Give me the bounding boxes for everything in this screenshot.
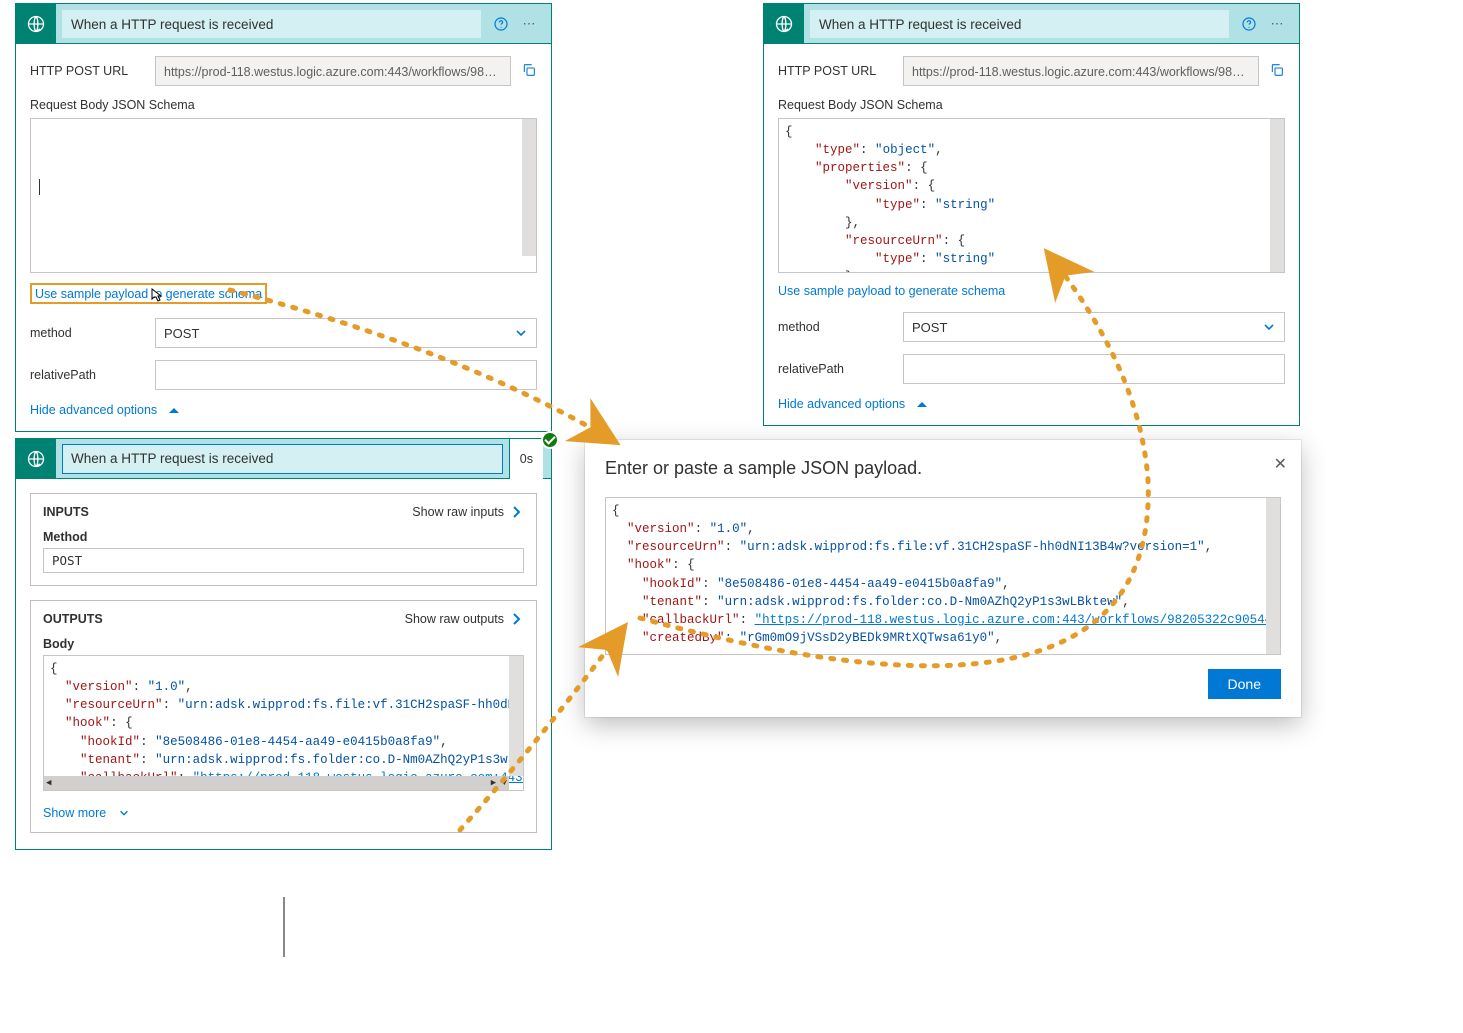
http-trigger-card-filled: When a HTTP request is received ⋯ HTTP P…	[763, 3, 1300, 426]
help-icon[interactable]	[487, 10, 515, 38]
flow-connector	[283, 897, 285, 957]
card-body: HTTP POST URL https://prod-118.westus.lo…	[16, 44, 551, 431]
schema-textarea[interactable]: { "type": "object", "properties": { "ver…	[778, 118, 1285, 273]
http-globe-icon	[16, 439, 56, 479]
payload-textarea[interactable]: { "version": "1.0", "resourceUrn": "urn:…	[605, 497, 1281, 655]
inputs-section: INPUTS Show raw inputs Method POST	[30, 493, 537, 586]
hide-advanced-link[interactable]: Hide advanced options	[778, 397, 927, 411]
method-select-value: POST	[164, 326, 199, 341]
hide-advanced-link[interactable]: Hide advanced options	[30, 403, 179, 417]
outputs-section: OUTPUTS Show raw outputs Body { "version…	[30, 600, 537, 833]
method-label: method	[778, 320, 893, 334]
method-label: method	[30, 326, 145, 340]
http-trigger-run-card: When a HTTP request is received 0s INPUT…	[15, 438, 552, 850]
http-globe-icon	[764, 4, 804, 44]
http-url-box[interactable]: https://prod-118.westus.logic.azure.com:…	[155, 56, 511, 86]
copy-icon[interactable]	[1269, 62, 1285, 81]
dialog-title: Enter or paste a sample JSON payload.	[605, 458, 1281, 479]
card-body: HTTP POST URL https://prod-118.westus.lo…	[764, 44, 1299, 425]
more-icon[interactable]: ⋯	[515, 10, 543, 38]
relpath-input[interactable]	[155, 360, 537, 390]
card-header: When a HTTP request is received ⋯	[16, 4, 551, 44]
url-label: HTTP POST URL	[30, 64, 145, 78]
http-url-box[interactable]: https://prod-118.westus.logic.azure.com:…	[903, 56, 1259, 86]
method-select[interactable]: POST	[155, 318, 537, 348]
schema-label: Request Body JSON Schema	[778, 98, 1285, 112]
card-header[interactable]: When a HTTP request is received 0s	[16, 439, 551, 479]
show-raw-outputs-link[interactable]: Show raw outputs	[405, 611, 524, 627]
more-icon[interactable]: ⋯	[1263, 10, 1291, 38]
copy-icon[interactable]	[521, 62, 537, 81]
relpath-input[interactable]	[903, 354, 1285, 384]
card-title[interactable]: When a HTTP request is received	[62, 10, 481, 38]
body-label: Body	[43, 637, 524, 651]
use-sample-payload-link[interactable]: Use sample payload to generate schema	[35, 287, 262, 301]
card-header: When a HTTP request is received ⋯	[764, 4, 1299, 44]
card-title[interactable]: When a HTTP request is received	[62, 444, 503, 474]
duration-badge: 0s	[509, 439, 543, 479]
url-label: HTTP POST URL	[778, 64, 893, 78]
body-viewer[interactable]: { "version": "1.0", "resourceUrn": "urn:…	[43, 655, 524, 791]
method-select[interactable]: POST	[903, 312, 1285, 342]
use-sample-payload-link[interactable]: Use sample payload to generate schema	[778, 284, 1005, 298]
chevron-up-icon	[169, 408, 179, 413]
method-label: Method	[43, 530, 524, 544]
schema-textarea[interactable]	[30, 118, 537, 273]
card-title[interactable]: When a HTTP request is received	[810, 10, 1229, 38]
highlight-box: Use sample payload to generate schema	[30, 283, 267, 304]
sample-payload-dialog: ✕ Enter or paste a sample JSON payload. …	[585, 440, 1301, 717]
success-badge-icon	[541, 431, 559, 449]
show-raw-inputs-link[interactable]: Show raw inputs	[412, 504, 524, 520]
help-icon[interactable]	[1235, 10, 1263, 38]
http-trigger-card-empty: When a HTTP request is received ⋯ HTTP P…	[15, 3, 552, 432]
chevron-up-icon	[917, 402, 927, 407]
done-button[interactable]: Done	[1208, 669, 1281, 699]
show-more-link[interactable]: Show more	[43, 806, 130, 820]
relpath-label: relativePath	[778, 362, 893, 376]
close-icon[interactable]: ✕	[1274, 454, 1287, 474]
outputs-title: OUTPUTS	[43, 612, 103, 626]
http-globe-icon	[16, 4, 56, 44]
method-value: POST	[43, 548, 524, 573]
schema-label: Request Body JSON Schema	[30, 98, 537, 112]
relpath-label: relativePath	[30, 368, 145, 382]
method-select-value: POST	[912, 320, 947, 335]
inputs-title: INPUTS	[43, 505, 89, 519]
